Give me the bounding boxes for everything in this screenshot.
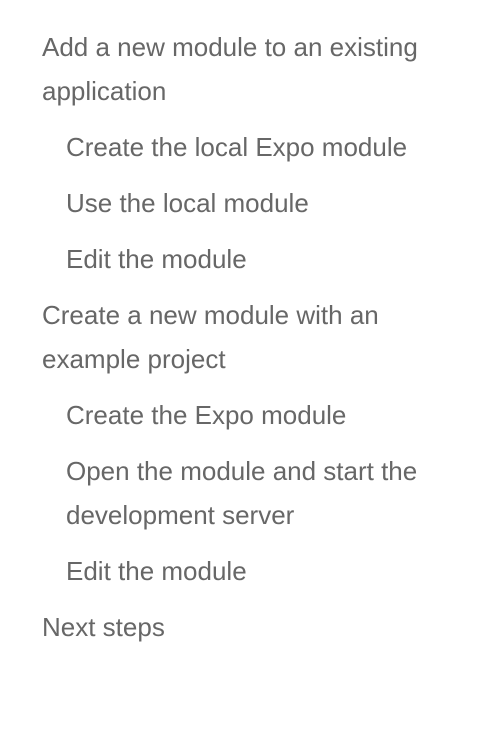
- toc-link-open-module-start-dev-server[interactable]: Open the module and start the developmen…: [42, 449, 474, 549]
- toc-link-create-new-module-example-project[interactable]: Create a new module with an example proj…: [42, 293, 474, 393]
- toc-subsection: Edit the module: [42, 237, 474, 293]
- toc-link-add-new-module-existing-app[interactable]: Add a new module to an existing applicat…: [42, 25, 474, 125]
- toc-link-edit-module-2[interactable]: Edit the module: [42, 549, 474, 605]
- toc-subsection: Create the local Expo module: [42, 125, 474, 181]
- toc-link-edit-module-1[interactable]: Edit the module: [42, 237, 474, 293]
- toc-subsection: Create the Expo module: [42, 393, 474, 449]
- toc-link-create-local-expo-module[interactable]: Create the local Expo module: [42, 125, 474, 181]
- table-of-contents: Add a new module to an existing applicat…: [0, 0, 504, 661]
- toc-subsection: Use the local module: [42, 181, 474, 237]
- toc-section: Create a new module with an example proj…: [42, 293, 474, 393]
- toc-subsection: Edit the module: [42, 549, 474, 605]
- toc-link-use-local-module[interactable]: Use the local module: [42, 181, 474, 237]
- toc-link-create-expo-module[interactable]: Create the Expo module: [42, 393, 474, 449]
- toc-section: Next steps: [42, 605, 474, 661]
- toc-section: Add a new module to an existing applicat…: [42, 25, 474, 125]
- toc-list: Add a new module to an existing applicat…: [42, 25, 474, 661]
- toc-link-next-steps[interactable]: Next steps: [42, 605, 474, 661]
- toc-subsection: Open the module and start the developmen…: [42, 449, 474, 549]
